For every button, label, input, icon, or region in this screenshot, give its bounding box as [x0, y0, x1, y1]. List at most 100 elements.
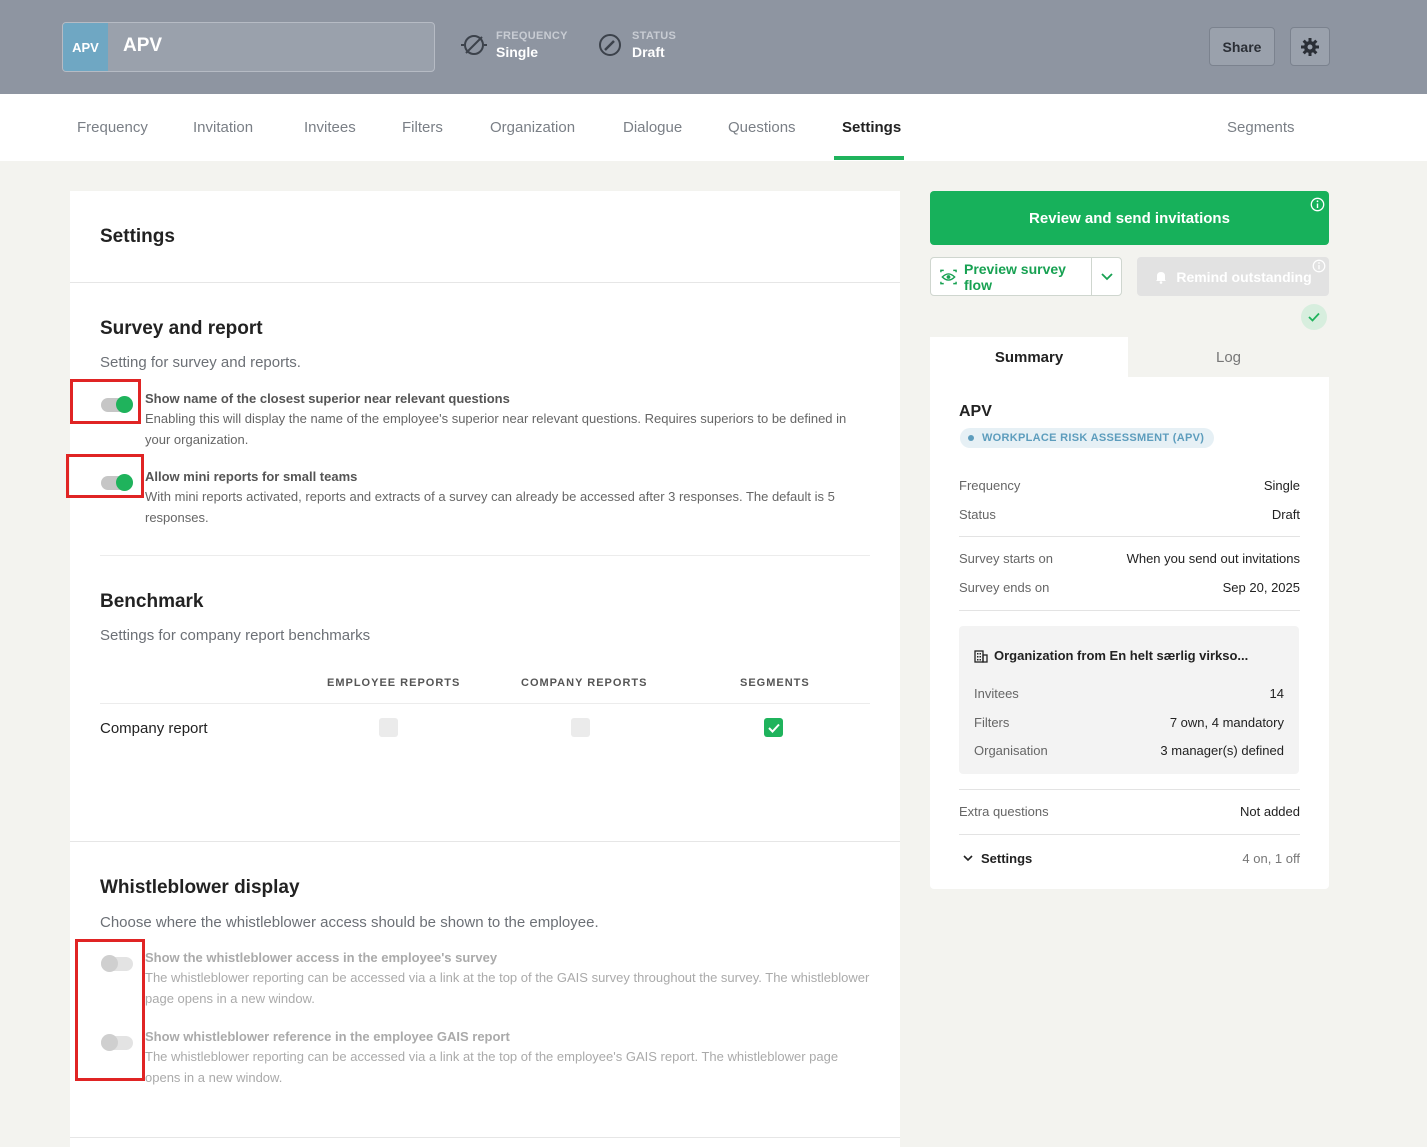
- remind-outstanding-label: Remind outstanding: [1176, 268, 1312, 285]
- summary-extra-questions: Extra questions Not added: [959, 804, 1300, 819]
- summary-filters: Filters 7 own, 4 mandatory: [974, 715, 1284, 730]
- tab-invitees[interactable]: Invitees: [304, 94, 356, 161]
- option-description: Enabling this will display the name of t…: [145, 411, 847, 447]
- gear-icon: [1301, 37, 1319, 56]
- summary-frequency: Frequency Single: [959, 478, 1300, 493]
- chevron-down-icon: [963, 855, 973, 862]
- column-company-reports: COMPANY REPORTS: [521, 677, 648, 689]
- survey-type-badge: WORKPLACE RISK ASSESSMENT (APV): [960, 428, 1215, 448]
- tab-frequency[interactable]: Frequency: [77, 94, 148, 161]
- tab-segments[interactable]: Segments: [1227, 94, 1295, 161]
- divider: [100, 555, 870, 556]
- summary-survey-ends: Survey ends on Sep 20, 2025: [959, 580, 1300, 595]
- option-mini-reports: Allow mini reports for small teams With …: [145, 469, 870, 528]
- checkmark-icon: [1308, 312, 1320, 322]
- survey-badge: APV: [63, 23, 108, 71]
- benchmark-title: Benchmark: [100, 591, 204, 612]
- summary-panel: Summary Log APV WORKPLACE RISK ASSESSMEN…: [930, 337, 1329, 889]
- tab-invitation[interactable]: Invitation: [193, 94, 253, 161]
- summary-settings-toggle[interactable]: Settings 4 on, 1 off: [959, 851, 1300, 866]
- checkbox-employee-reports[interactable]: [379, 718, 398, 737]
- annotation-box: [70, 379, 141, 424]
- option-title: Show the whistleblower access in the emp…: [145, 950, 498, 965]
- top-bar: APV APV FREQUENCY Single STATUS Draft Sh…: [0, 0, 1427, 94]
- active-tab-indicator: [834, 156, 904, 160]
- review-send-label: Review and send invitations: [1029, 209, 1230, 227]
- frequency-label: FREQUENCY: [496, 30, 568, 42]
- preview-dropdown-button[interactable]: [1091, 257, 1122, 296]
- survey-report-title: Survey and report: [100, 318, 263, 339]
- divider: [959, 610, 1300, 611]
- option-description: With mini reports activated, reports and…: [145, 489, 835, 525]
- divider: [959, 536, 1300, 537]
- divider: [959, 834, 1300, 835]
- checkbox-segments[interactable]: [764, 718, 783, 737]
- option-title: Show name of the closest superior near r…: [145, 391, 510, 406]
- status-icon: [599, 34, 621, 56]
- summary-survey-starts: Survey starts on When you send out invit…: [959, 551, 1300, 566]
- status-meta: STATUS Draft: [596, 30, 676, 60]
- divider: [70, 282, 900, 283]
- tab-questions[interactable]: Questions: [728, 94, 796, 161]
- organization-title: Organization from En helt særlig virkso.…: [974, 648, 1248, 663]
- option-whistleblower-survey: Show the whistleblower access in the emp…: [145, 950, 870, 1009]
- frequency-meta: FREQUENCY Single: [460, 30, 568, 60]
- settings-card: Settings Survey and report Setting for s…: [66, 191, 900, 1147]
- status-value: Draft: [632, 44, 665, 60]
- eye-icon: [940, 269, 957, 284]
- info-icon[interactable]: [1310, 197, 1325, 212]
- toggle-knob: [101, 955, 118, 972]
- preview-survey-label: Preview survey flow: [963, 260, 1066, 293]
- toggle-whistleblower-survey[interactable]: [101, 955, 133, 972]
- share-button[interactable]: Share: [1209, 27, 1275, 66]
- option-title: Show whistleblower reference in the empl…: [145, 1029, 510, 1044]
- summary-organisation: Organisation 3 manager(s) defined: [974, 743, 1284, 758]
- toggle-whistleblower-report[interactable]: [101, 1034, 133, 1051]
- checkmark-icon: [767, 723, 780, 733]
- bell-icon: [1156, 271, 1167, 284]
- option-description: The whistleblower reporting can be acces…: [145, 1049, 839, 1085]
- divider: [100, 703, 870, 704]
- summary-status: Status Draft: [959, 507, 1300, 522]
- company-report-label: Company report: [100, 720, 208, 737]
- toggle-knob: [101, 1034, 118, 1051]
- whistleblower-title: Whistleblower display: [100, 877, 300, 898]
- column-employee-reports: EMPLOYEE REPORTS: [327, 677, 461, 689]
- remind-outstanding-button[interactable]: Remind outstanding: [1137, 257, 1329, 296]
- option-superior-name: Show name of the closest superior near r…: [145, 391, 870, 450]
- section-tabs: Frequency Invitation Invitees Filters Or…: [0, 94, 1427, 161]
- summary-invitees: Invitees 14: [974, 686, 1284, 701]
- divider: [70, 1137, 900, 1138]
- tab-settings[interactable]: Settings: [842, 94, 901, 161]
- frequency-icon: [461, 35, 487, 55]
- chevron-down-icon: [1100, 272, 1113, 280]
- survey-title-field[interactable]: APV APV: [62, 22, 435, 72]
- option-description: The whistleblower reporting can be acces…: [145, 970, 870, 1006]
- frequency-value: Single: [496, 44, 539, 60]
- survey-report-subtitle: Setting for survey and reports.: [100, 354, 301, 371]
- divider: [70, 841, 900, 842]
- status-label: STATUS: [632, 30, 677, 42]
- settings-title: Settings: [100, 226, 175, 247]
- divider: [959, 789, 1300, 790]
- survey-title: APV: [123, 35, 163, 56]
- annotation-box: [66, 454, 144, 498]
- info-icon[interactable]: [1312, 259, 1326, 273]
- review-send-button[interactable]: Review and send invitations: [930, 191, 1329, 245]
- tab-organization[interactable]: Organization: [490, 94, 575, 161]
- validation-status: [1301, 304, 1327, 330]
- option-whistleblower-report: Show whistleblower reference in the empl…: [145, 1029, 870, 1088]
- preview-survey-button[interactable]: Preview survey flow: [930, 257, 1092, 296]
- checkbox-company-reports[interactable]: [571, 718, 590, 737]
- tab-dialogue[interactable]: Dialogue: [623, 94, 682, 161]
- tab-log[interactable]: Log: [1128, 337, 1329, 377]
- option-title: Allow mini reports for small teams: [145, 469, 358, 484]
- settings-button[interactable]: [1290, 27, 1330, 66]
- tab-summary[interactable]: Summary: [930, 337, 1128, 377]
- benchmark-subtitle: Settings for company report benchmarks: [100, 627, 371, 644]
- whistleblower-subtitle: Choose where the whistleblower access sh…: [100, 914, 599, 931]
- building-icon: [974, 649, 988, 663]
- tab-filters[interactable]: Filters: [402, 94, 443, 161]
- column-segments: SEGMENTS: [740, 677, 810, 689]
- organization-summary: Organization from En helt særlig virkso.…: [959, 626, 1299, 774]
